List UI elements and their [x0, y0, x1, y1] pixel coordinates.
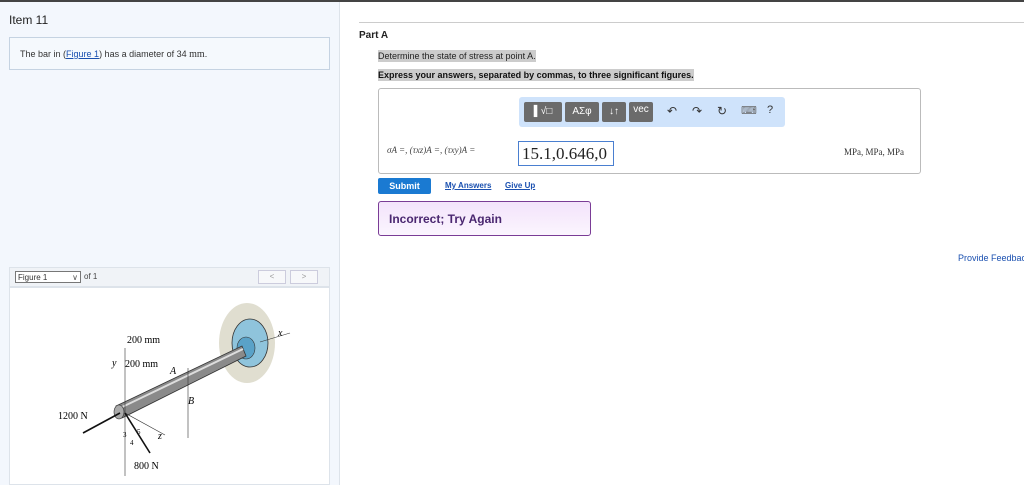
- problem-text: .: [204, 49, 208, 59]
- bar-diagram: 200 mm 200 mm y x z A B 1200 N 800 N 3 4…: [58, 303, 291, 476]
- force-1200-arrow: [82, 412, 121, 434]
- problem-text: The bar in (: [20, 49, 67, 59]
- force-label: 1200 N: [58, 411, 88, 422]
- point-b-label: B: [188, 396, 194, 407]
- item-title: Item 11: [9, 13, 49, 27]
- instruction-text: Express your answers, separated by comma…: [378, 69, 694, 81]
- help-icon[interactable]: ?: [767, 104, 773, 116]
- axis-label-z: z: [157, 431, 162, 442]
- ratio-label: 5: [137, 428, 141, 436]
- keyboard-icon[interactable]: ⌨: [741, 104, 757, 117]
- figure-select[interactable]: Figure 1 ∨: [15, 271, 81, 283]
- figure-link[interactable]: Figure 1: [66, 49, 99, 59]
- equation-label: σA =, (τxz)A =, (τxy)A =: [387, 145, 476, 155]
- figure-image: 200 mm 200 mm y x z A B 1200 N 800 N 3 4…: [9, 287, 330, 485]
- prev-figure-button[interactable]: <: [258, 270, 286, 284]
- ratio-label: 3: [123, 431, 127, 439]
- force-label: 800 N: [134, 461, 159, 472]
- greek-button[interactable]: AΣφ: [565, 102, 599, 122]
- next-figure-button[interactable]: >: [290, 270, 318, 284]
- dim-label: 200 mm: [125, 359, 158, 370]
- figure-select-value: Figure 1: [18, 273, 48, 282]
- units-label: MPa, MPa, MPa: [843, 147, 904, 157]
- submit-button[interactable]: Submit: [378, 178, 431, 194]
- math-toolbar: ▌√□ AΣφ ↓↑ vec ↶ ↷ ↻ ⌨ ?: [519, 97, 785, 127]
- point-a-label: A: [169, 366, 177, 377]
- give-up-link[interactable]: Give Up: [505, 181, 535, 190]
- feedback-message: Incorrect; Try Again: [378, 201, 591, 236]
- axis-label-x: x: [277, 328, 283, 339]
- ratio-label: 4: [130, 439, 134, 447]
- divider: [359, 22, 1024, 23]
- undo-icon[interactable]: ↶: [667, 104, 677, 118]
- vec-button[interactable]: vec: [629, 102, 653, 122]
- unit: mm: [189, 49, 205, 60]
- figure-count: of 1: [84, 272, 98, 281]
- question-text: Determine the state of stress at point A…: [378, 50, 536, 62]
- answer-input[interactable]: 15.1,0.646,0: [518, 141, 614, 166]
- bar-highlight: [117, 348, 244, 410]
- left-panel: Item 11 The bar in (Figure 1) has a diam…: [0, 2, 340, 485]
- arrows-button[interactable]: ↓↑: [602, 102, 626, 122]
- problem-text: ) has a diameter of 34: [99, 49, 190, 59]
- problem-statement: The bar in (Figure 1) has a diameter of …: [9, 37, 330, 70]
- part-title: Part A: [359, 30, 389, 41]
- templates-button[interactable]: ▌√□: [524, 102, 562, 122]
- reset-icon[interactable]: ↻: [717, 104, 727, 118]
- figure-toolbar: Figure 1 ∨ of 1 < >: [9, 267, 330, 287]
- my-answers-link[interactable]: My Answers: [445, 181, 491, 190]
- redo-icon[interactable]: ↷: [692, 104, 702, 118]
- chevron-down-icon: ∨: [72, 273, 78, 282]
- axis-label-y: y: [111, 358, 117, 369]
- dim-label: 200 mm: [127, 335, 160, 346]
- provide-feedback-link[interactable]: Provide Feedback: [958, 253, 1024, 263]
- answer-box: ▌√□ AΣφ ↓↑ vec ↶ ↷ ↻ ⌨ ? σA =, (τxz)A =,…: [378, 88, 921, 174]
- bar-end: [113, 404, 125, 420]
